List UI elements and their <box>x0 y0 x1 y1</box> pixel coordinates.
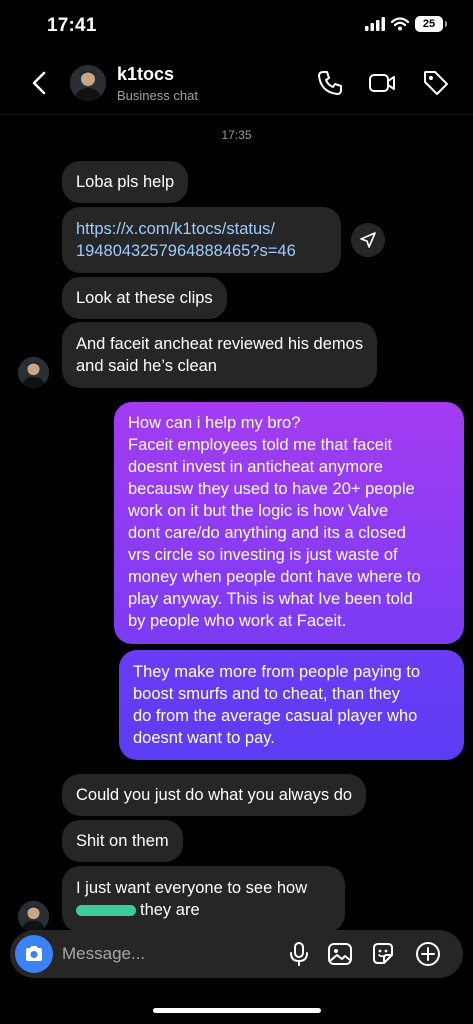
message-input[interactable] <box>62 930 262 978</box>
person-photo-icon <box>18 357 49 388</box>
message-text-line: I just want everyone to see how <box>76 879 308 897</box>
chat-header: k1tocs Business chat <box>0 52 473 115</box>
status-bar: 17:41 25 <box>0 0 473 52</box>
message-text-line: And faceit ancheat reviewed his demos <box>76 335 364 353</box>
link-text-line-2[interactable]: 1948043257964888465?s=46 <box>76 240 327 262</box>
phone-call-icon[interactable] <box>315 68 345 98</box>
incoming-message[interactable]: Could you just do what you always do <box>62 774 367 816</box>
send-arrow-icon <box>360 232 376 248</box>
sender-avatar[interactable] <box>18 357 49 388</box>
message-text-line: doesnt want to pay. <box>133 729 275 747</box>
outgoing-message[interactable]: How can i help my bro? Faceit employees … <box>114 402 464 644</box>
video-call-icon[interactable] <box>367 68 397 98</box>
message-text-line: Faceit employees told me that faceit <box>128 436 393 454</box>
message-timestamp: 17:35 <box>221 128 252 142</box>
incoming-message[interactable]: I just want everyone to see how they are <box>62 866 345 932</box>
message-text-line: becausw they used to have 20+ people <box>128 480 415 498</box>
message-text-line: How can i help my bro? <box>128 414 301 432</box>
incoming-link-message[interactable]: https://x.com/k1tocs/status/ 19480432579… <box>62 207 341 273</box>
message-text: Look at these clips <box>76 289 213 307</box>
message-text-line: doesnt invest in anticheat anymore <box>128 458 383 476</box>
signal-icon <box>365 17 385 31</box>
add-circle-icon[interactable] <box>414 940 442 968</box>
status-icons: 25 <box>365 16 447 32</box>
message-text-line: do from the average casual player who <box>133 707 418 725</box>
sticker-icon[interactable] <box>369 940 397 968</box>
status-time: 17:41 <box>47 15 97 36</box>
message-text-line: by people who work at Faceit. <box>128 612 347 630</box>
share-button[interactable] <box>351 223 385 257</box>
message-text-line: they are <box>76 899 331 921</box>
message-text: Shit on them <box>76 832 169 850</box>
sender-avatar[interactable] <box>18 901 49 932</box>
person-photo-icon <box>70 65 106 101</box>
outgoing-message[interactable]: They make more from people paying to boo… <box>119 650 464 760</box>
incoming-message[interactable]: And faceit ancheat reviewed his demos an… <box>62 322 378 388</box>
contact-subtitle: Business chat <box>117 88 198 103</box>
message-text-line: and said he’s clean <box>76 357 217 375</box>
message-text: Loba pls help <box>76 173 175 191</box>
person-photo-icon <box>18 901 49 932</box>
message-text-line: money when people dont have where to <box>128 568 421 586</box>
message-text: they are <box>140 901 200 919</box>
gallery-icon[interactable] <box>326 940 354 968</box>
contact-avatar[interactable] <box>70 65 106 101</box>
message-text: Could you just do what you always do <box>76 786 353 804</box>
battery-indicator: 25 <box>415 16 447 32</box>
message-text-line: boost smurfs and to cheat, than they <box>133 685 400 703</box>
camera-button[interactable] <box>15 935 53 973</box>
camera-icon <box>26 946 42 961</box>
microphone-icon[interactable] <box>285 940 313 968</box>
home-indicator <box>153 1008 321 1013</box>
message-text-line: work on it but the logic is how Valve <box>128 502 389 520</box>
message-text-line: play anyway. This is what Ive been told <box>128 590 413 608</box>
wifi-icon <box>391 17 409 31</box>
incoming-message[interactable]: Look at these clips <box>62 277 227 319</box>
link-text-line-1[interactable]: https://x.com/k1tocs/status/ <box>76 218 327 240</box>
contact-name[interactable]: k1tocs <box>117 64 174 85</box>
incoming-message[interactable]: Loba pls help <box>62 161 189 203</box>
incoming-message[interactable]: Shit on them <box>62 820 183 862</box>
message-composer <box>10 930 463 978</box>
tag-icon[interactable] <box>421 68 451 98</box>
message-text-line: dont care/do anything and its a closed <box>128 524 406 542</box>
message-text-line: vrs circle so investing is just waste of <box>128 546 398 564</box>
redaction-mark <box>76 905 136 917</box>
message-text-line: They make more from people paying to <box>133 663 421 681</box>
back-arrow-icon[interactable] <box>26 68 54 98</box>
